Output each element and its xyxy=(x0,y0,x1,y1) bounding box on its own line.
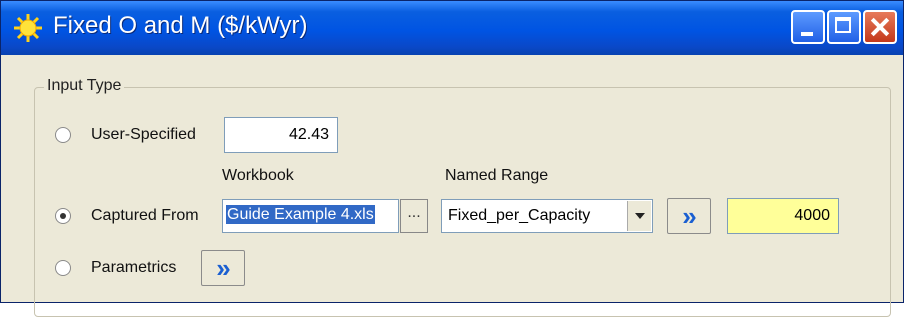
window-title: Fixed O and M ($/kWyr) xyxy=(53,12,308,39)
user-specified-label: User-Specified xyxy=(91,126,196,143)
workbook-field[interactable]: Guide Example 4.xls xyxy=(222,199,399,233)
workbook-value: Guide Example 4.xls xyxy=(226,205,375,224)
captured-from-radio[interactable] xyxy=(55,208,71,224)
named-range-dropdown[interactable]: Fixed_per_Capacity xyxy=(441,199,653,233)
input-type-label: Input Type xyxy=(44,77,125,95)
chevron-down-icon[interactable] xyxy=(627,201,651,231)
captured-result-field[interactable]: 4000 xyxy=(727,198,839,234)
sun-icon xyxy=(14,14,42,42)
close-button[interactable] xyxy=(863,10,897,44)
user-specified-radio[interactable] xyxy=(55,127,71,143)
maximize-button[interactable] xyxy=(827,10,861,44)
double-chevron-right-icon: » xyxy=(682,201,696,231)
parametrics-go-button[interactable]: » xyxy=(201,250,245,286)
minimize-button[interactable] xyxy=(791,10,825,44)
named-range-header: Named Range xyxy=(445,167,549,184)
user-specified-value-field[interactable]: 42.43 xyxy=(224,117,338,153)
parametrics-label: Parametrics xyxy=(91,259,177,276)
double-chevron-right-icon: » xyxy=(216,253,230,283)
dialog-window: Fixed O and M ($/kWyr) Input Type User-S… xyxy=(0,0,904,317)
captured-from-label: Captured From xyxy=(91,207,199,224)
named-range-value: Fixed_per_Capacity xyxy=(448,207,591,224)
captured-go-button[interactable]: » xyxy=(667,198,711,234)
title-bar[interactable]: Fixed O and M ($/kWyr) xyxy=(1,1,903,55)
parametrics-radio[interactable] xyxy=(55,260,71,276)
workbook-header: Workbook xyxy=(222,167,294,184)
browse-workbook-button[interactable]: ... xyxy=(400,199,428,233)
